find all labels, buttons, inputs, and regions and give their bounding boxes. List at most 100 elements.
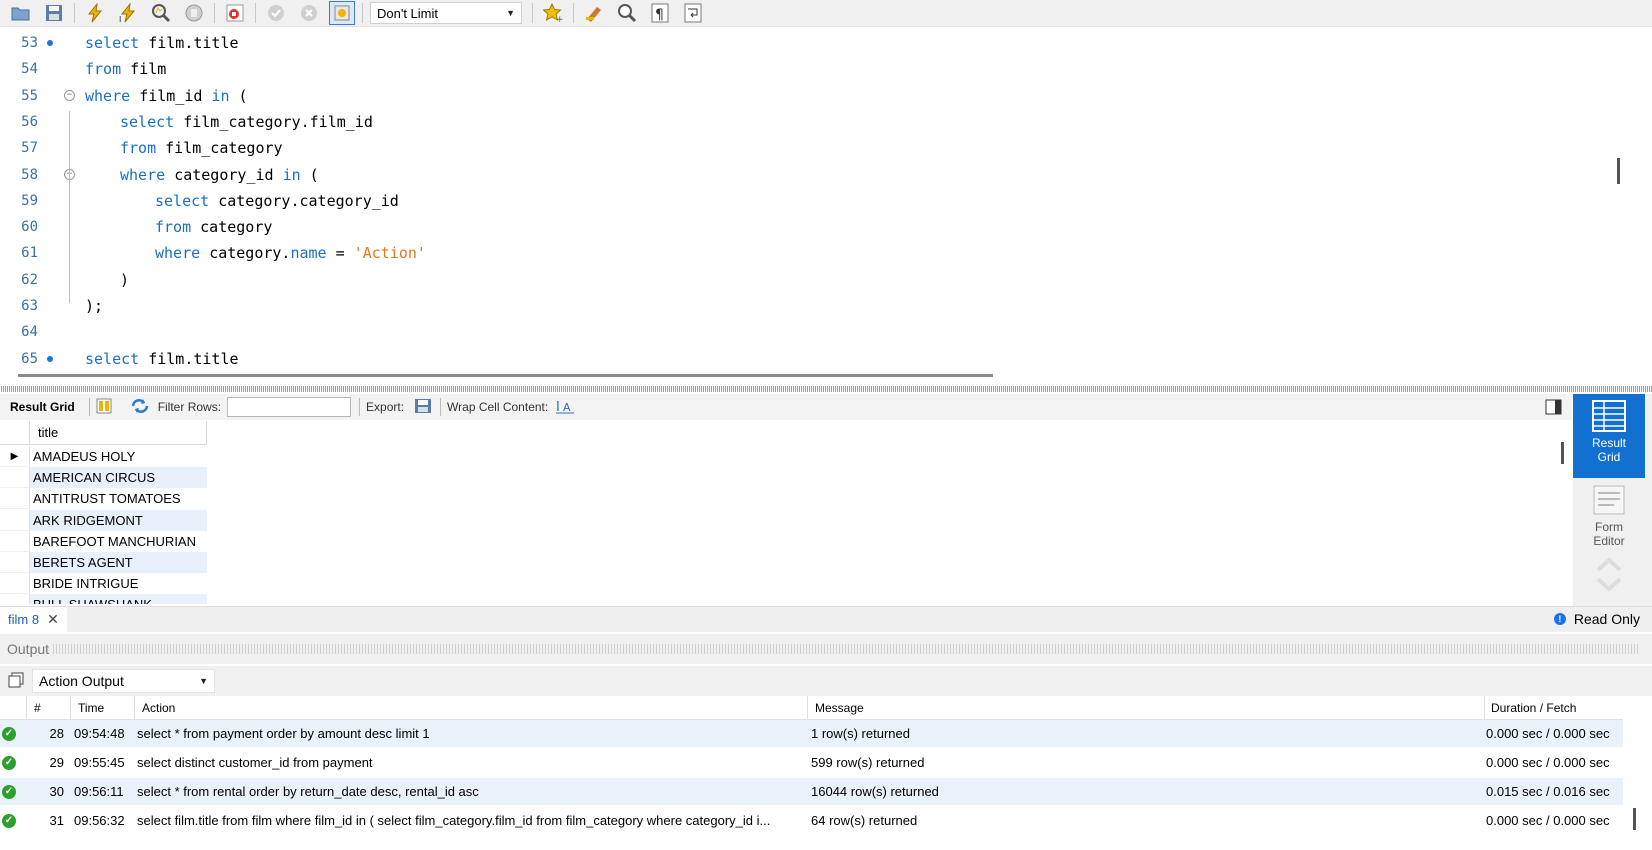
read-only-indicator: ! Read Only — [1553, 611, 1640, 627]
output-grip[interactable] — [53, 644, 1640, 654]
fold-toggle-icon[interactable]: − — [64, 90, 75, 102]
table-row[interactable]: BRIDE INTRIGUE — [0, 573, 207, 595]
explain-icon[interactable] — [148, 1, 174, 25]
execute-current-icon[interactable]: I — [115, 1, 141, 25]
autocommit-icon[interactable] — [329, 1, 355, 25]
limit-rows-select[interactable]: Don't Limit ▼ — [370, 2, 522, 24]
row-header[interactable] — [0, 467, 30, 489]
splitter[interactable] — [0, 386, 1652, 392]
title-cell[interactable]: ARK RIDGEMONT — [30, 509, 207, 531]
table-row[interactable]: AMERICAN CIRCUS — [0, 467, 207, 489]
title-cell[interactable]: BAREFOOT MANCHURIAN — [30, 531, 207, 552]
column-header-action[interactable]: Action — [142, 696, 175, 719]
table-row[interactable]: BERETS AGENT — [0, 552, 207, 573]
copy-icon[interactable] — [8, 672, 24, 691]
column-header-number[interactable]: # — [34, 696, 41, 719]
title-cell[interactable]: BULL SHAWSHANK — [30, 594, 207, 604]
export-icon[interactable] — [414, 397, 434, 418]
grid-vertical-scrollbar[interactable] — [1561, 442, 1564, 464]
sql-token: category — [200, 218, 273, 237]
title-cell[interactable]: BRIDE INTRIGUE — [30, 573, 207, 594]
grid-header: title — [0, 421, 207, 445]
table-row[interactable]: ▶ AMADEUS HOLY — [0, 446, 207, 467]
title-cell[interactable]: ANTITRUST TOMATOES — [30, 488, 207, 509]
code-line[interactable]: 63); — [0, 293, 1630, 319]
column-header-title[interactable]: title — [30, 421, 207, 444]
toggle-side-panel-icon[interactable] — [1545, 399, 1562, 418]
close-icon[interactable]: ✕ — [47, 611, 59, 628]
code-line[interactable]: 53 select film.title — [0, 30, 1630, 56]
filter-rows-input[interactable] — [227, 397, 352, 417]
row-header[interactable] — [0, 552, 30, 573]
output-row[interactable]: ✓ 31 09:56:32 select film.title from film w… — [0, 807, 1623, 834]
save-icon[interactable] — [41, 1, 67, 25]
info-icon: ! — [1553, 613, 1566, 625]
find-icon[interactable] — [614, 1, 640, 25]
line-number: 54 — [21, 61, 38, 78]
code-line[interactable]: 65 select film.title — [0, 346, 1630, 372]
stop-icon[interactable] — [181, 1, 207, 25]
result-grid-tab[interactable]: Result Grid — [10, 400, 75, 414]
code-line[interactable]: 60 from category — [0, 214, 1630, 240]
title-cell[interactable]: AMADEUS HOLY — [30, 446, 207, 467]
table-row[interactable]: ANTITRUST TOMATOES — [0, 488, 207, 510]
form-editor-view-button[interactable]: Form Editor — [1573, 480, 1645, 564]
sql-editor[interactable]: 53 select film.title 54 from film 55− where f… — [0, 30, 1652, 368]
table-row[interactable]: BAREFOOT MANCHURIAN — [0, 530, 207, 552]
code-line[interactable]: 61 where category.name = 'Action' — [0, 240, 1630, 266]
row-header[interactable] — [0, 594, 30, 604]
table-row[interactable]: ARK RIDGEMONT — [0, 509, 207, 531]
column-header-message[interactable]: Message — [815, 696, 864, 719]
output-row-time: 09:56:11 — [74, 784, 124, 799]
code-line[interactable]: 56 select film_category.film_id — [0, 109, 1630, 135]
bookmark-icon[interactable]: + — [540, 1, 566, 25]
output-row-number: 29 — [49, 755, 64, 770]
rollback-icon[interactable] — [296, 1, 322, 25]
execute-icon[interactable] — [82, 1, 108, 25]
editor-vertical-scrollbar[interactable] — [1617, 158, 1620, 184]
title-cell[interactable]: BERETS AGENT — [30, 552, 207, 573]
output-row[interactable]: ✓ 28 09:54:48 select * from payment order b… — [0, 720, 1623, 747]
code-line[interactable]: 64 — [0, 319, 1630, 345]
output-row[interactable]: ✓ 30 09:56:11 select * from rental order by… — [0, 778, 1623, 805]
beautify-icon[interactable] — [581, 1, 607, 25]
open-folder-icon[interactable] — [8, 1, 34, 25]
editor-horizontal-scrollbar[interactable] — [18, 374, 993, 377]
column-header-time[interactable]: Time — [78, 696, 104, 719]
row-header[interactable] — [0, 530, 30, 552]
commit-icon[interactable] — [263, 1, 289, 25]
code-line[interactable]: 62) — [0, 267, 1630, 293]
tab-film-8[interactable]: film 8 ✕ — [0, 606, 67, 633]
row-header[interactable] — [0, 509, 30, 531]
row-header[interactable] — [0, 573, 30, 595]
toggle-error-icon[interactable] — [222, 1, 248, 25]
code-line[interactable]: 54 from film — [0, 56, 1630, 82]
row-header[interactable] — [0, 488, 30, 510]
output-toolbar: Action Output ▼ — [0, 666, 1652, 696]
output-type-select[interactable]: Action Output ▼ — [32, 669, 215, 693]
code-line[interactable]: 58−where category_id in ( — [0, 162, 1630, 188]
sql-keyword: select — [120, 112, 175, 131]
invisible-chars-icon[interactable]: ¶ — [647, 1, 673, 25]
wrap-icon[interactable] — [680, 1, 706, 25]
output-row-time: 09:55:45 — [74, 755, 125, 770]
column-header-duration[interactable]: Duration / Fetch — [1491, 696, 1576, 719]
result-grid[interactable]: title ▶ AMADEUS HOLY AMERICAN CIRCUS ANTITR… — [0, 421, 1552, 604]
grid-layout-icon[interactable] — [96, 398, 112, 417]
refresh-icon[interactable] — [130, 398, 150, 417]
code-line[interactable]: 55 − where film_id in ( — [0, 83, 1630, 109]
chevron-up-down-icon[interactable] — [1595, 557, 1623, 596]
wrap-cell-icon[interactable]: IA — [556, 398, 575, 417]
title-cell[interactable]: AMERICAN CIRCUS — [30, 467, 207, 489]
code-line[interactable]: 57 from film_category — [0, 135, 1630, 161]
output-row[interactable]: ✓ 29 09:55:45 select distinct customer_id f… — [0, 749, 1623, 776]
result-grid-view-button[interactable]: Result Grid — [1573, 394, 1645, 478]
table-row[interactable]: BULL SHAWSHANK — [0, 594, 207, 604]
code-line[interactable]: 59 select category.category_id — [0, 188, 1630, 214]
sql-keyword: where — [120, 165, 166, 184]
output-vertical-scrollbar[interactable] — [1633, 808, 1636, 830]
current-row-icon[interactable]: ▶ — [0, 446, 30, 467]
code-text: ) — [120, 271, 129, 289]
output-header: Output — [0, 634, 1652, 664]
code-text: from category — [155, 218, 272, 236]
